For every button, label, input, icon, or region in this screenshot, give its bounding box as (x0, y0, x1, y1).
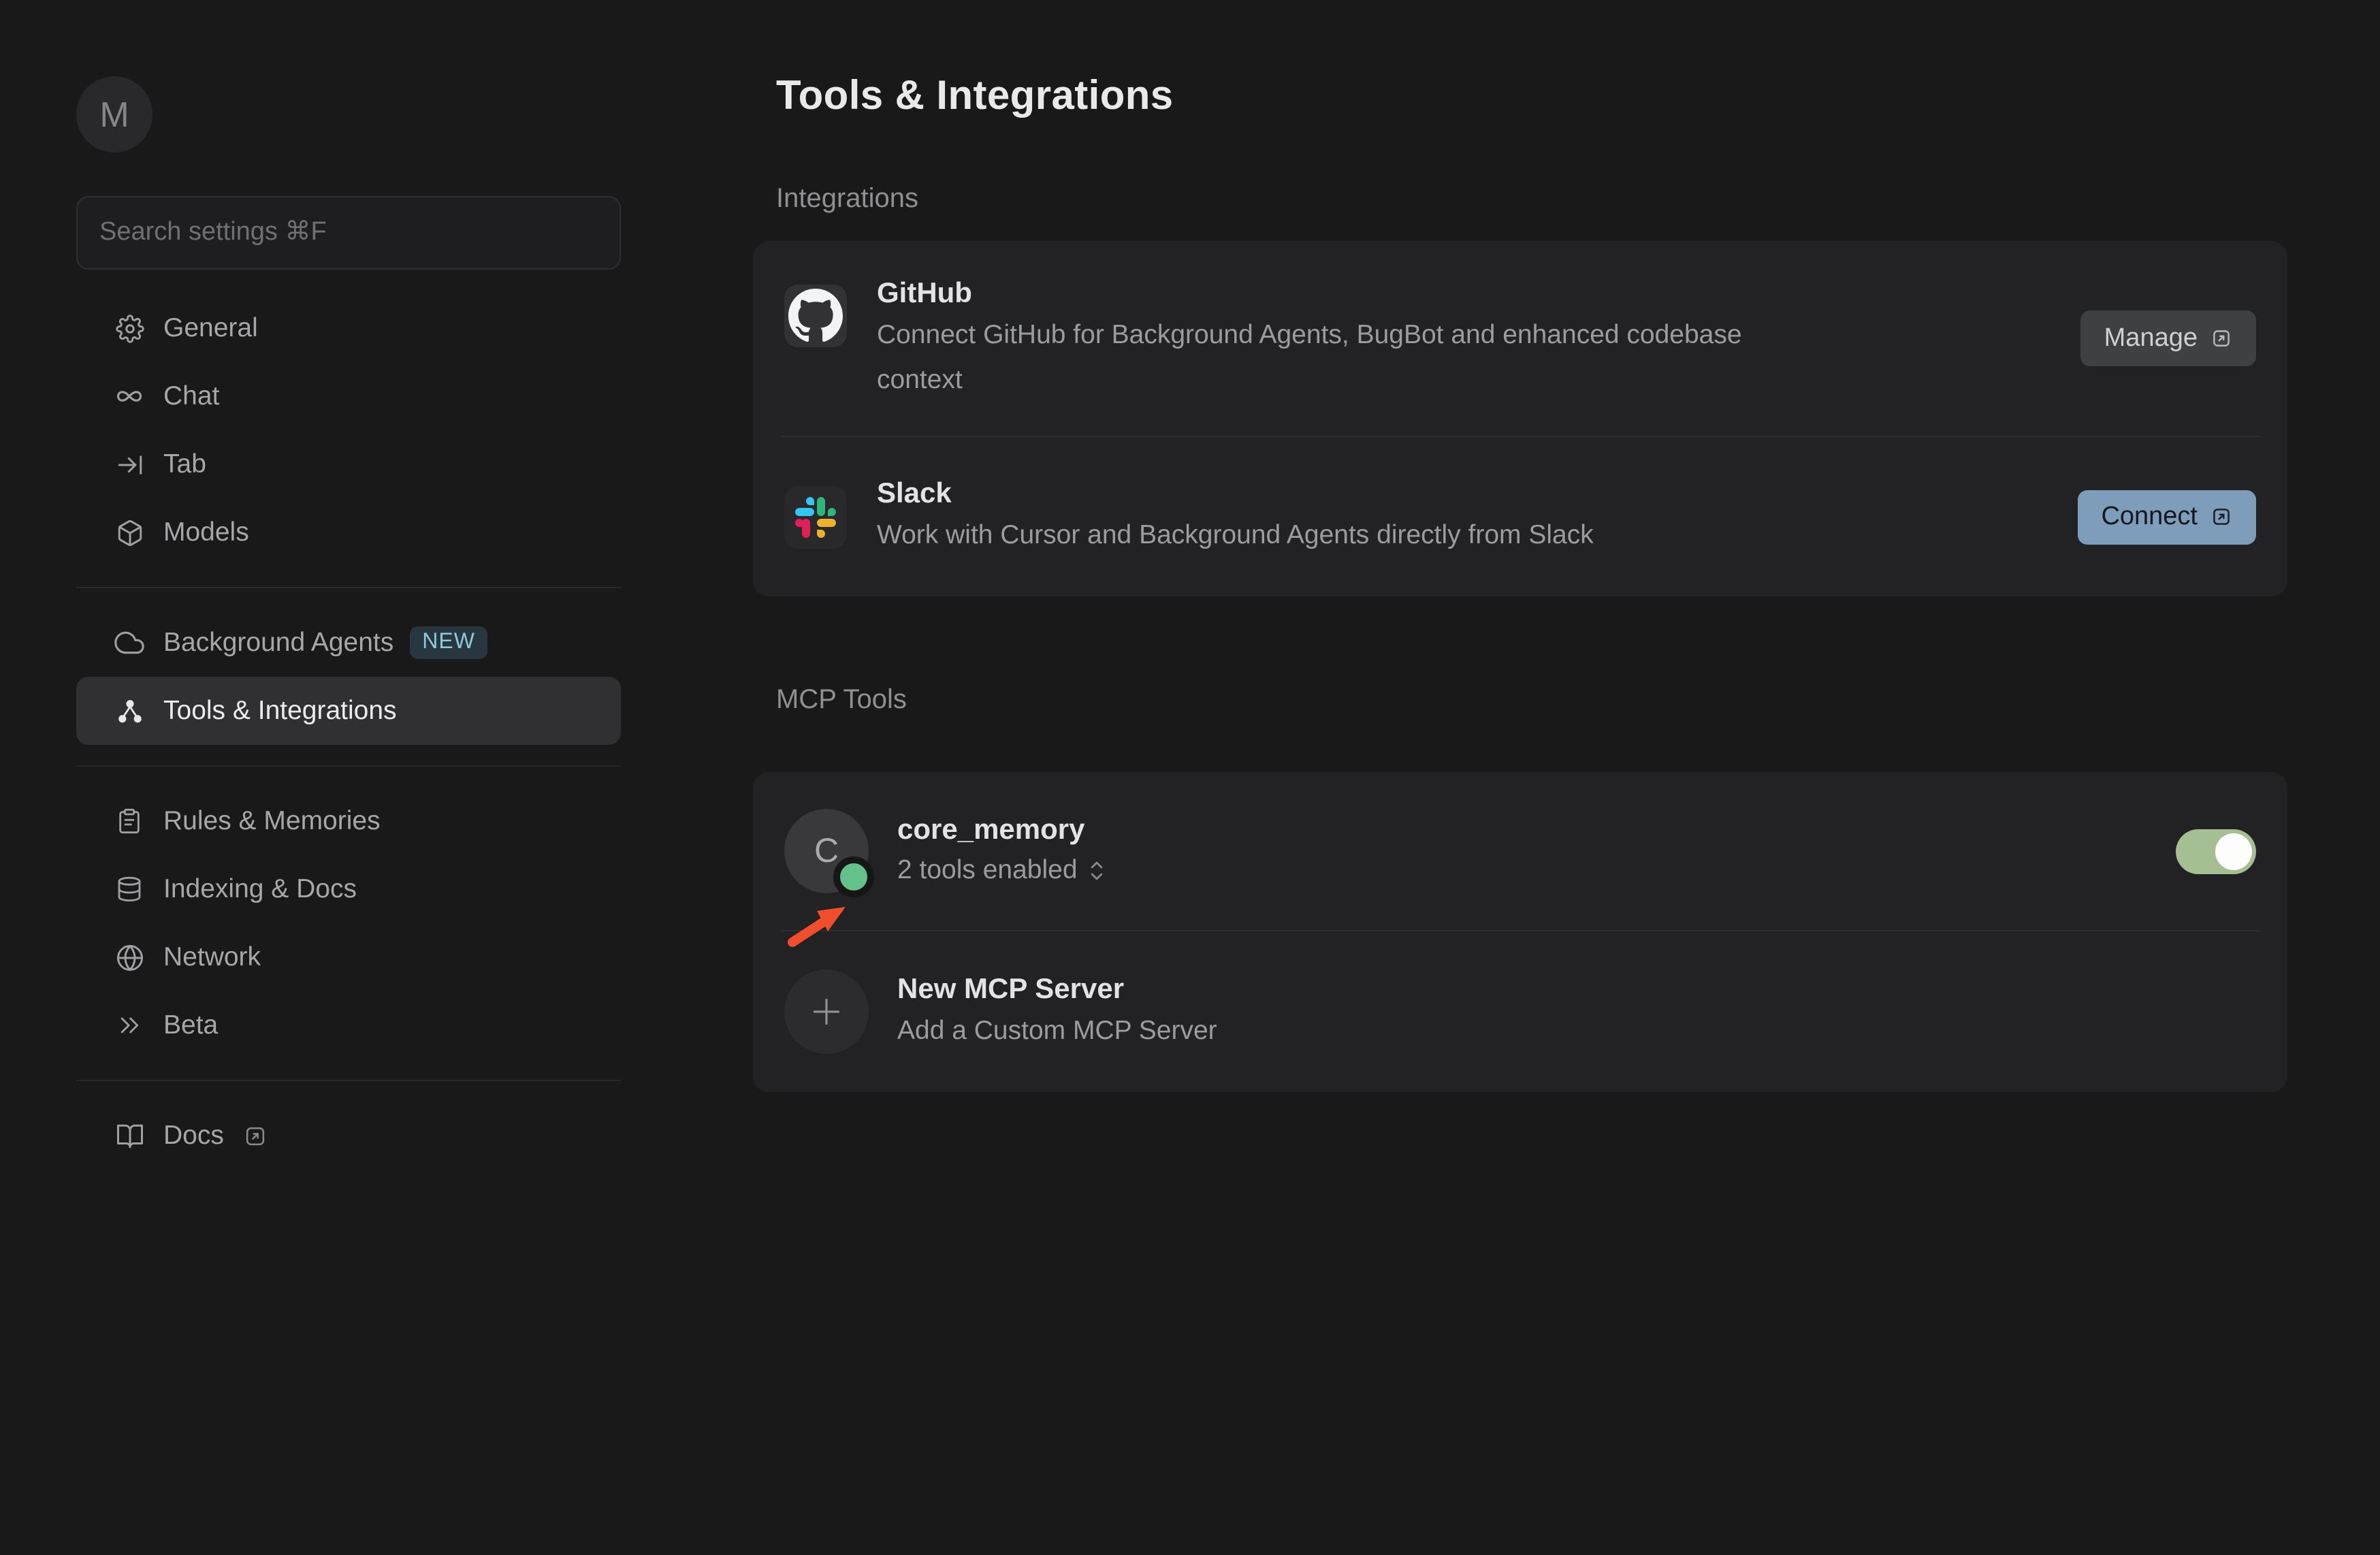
github-logo-icon (784, 285, 847, 347)
sidebar-item-label: General (163, 312, 258, 344)
sidebar-item-general[interactable]: General (76, 294, 621, 362)
core-memory-avatar-letter: C (814, 831, 839, 871)
github-row: GitHub Connect GitHub for Background Age… (753, 241, 2287, 436)
core-memory-row[interactable]: C core_memory 2 tools enabled (753, 772, 2287, 930)
tools-enabled-label: 2 tools enabled (897, 850, 1078, 891)
github-description-line2: context (877, 357, 1742, 402)
sidebar-item-background-agents[interactable]: Background Agents NEW (76, 609, 621, 677)
sidebar-item-label: Rules & Memories (163, 805, 381, 837)
infinity-icon (114, 381, 144, 411)
globe-icon (114, 942, 144, 972)
plus-icon (784, 969, 869, 1054)
sidebar-item-label: Chat (163, 381, 219, 412)
clipboard-icon (114, 806, 144, 836)
github-description: Connect GitHub for Background Agents, Bu… (877, 312, 1742, 402)
connect-button-label: Connect (2101, 502, 2198, 532)
book-icon (114, 1121, 144, 1151)
external-link-icon (2210, 327, 2233, 350)
sidebar-item-docs[interactable]: Docs (76, 1102, 621, 1170)
new-mcp-title: New MCP Server (897, 970, 1217, 1008)
sidebar-divider (76, 587, 621, 588)
new-mcp-server-row[interactable]: New MCP Server Add a Custom MCP Server (753, 931, 2287, 1092)
main-content: Tools & Integrations Integrations GitHub… (753, 0, 2287, 1092)
sidebar-item-label: Models (163, 517, 249, 548)
core-memory-title: core_memory (897, 812, 1106, 850)
core-memory-toggle[interactable] (2176, 829, 2256, 873)
sidebar-item-rules-memories[interactable]: Rules & Memories (76, 787, 621, 855)
tab-arrow-icon (114, 449, 144, 479)
gear-icon (114, 313, 144, 343)
github-title: GitHub (877, 274, 1742, 312)
integrations-card: GitHub Connect GitHub for Background Age… (753, 241, 2287, 596)
chevrons-right-icon (114, 1010, 144, 1040)
sidebar-item-label: Tab (163, 449, 206, 480)
sidebar-item-tab[interactable]: Tab (76, 430, 621, 498)
external-link-icon (243, 1123, 269, 1149)
sidebar-item-label: Background Agents (163, 627, 393, 658)
manage-button[interactable]: Manage (2081, 310, 2256, 366)
mcp-section-label: MCP Tools (776, 681, 2287, 719)
slack-row: Slack Work with Cursor and Background Ag… (753, 437, 2287, 596)
core-memory-avatar: C (784, 809, 869, 893)
sidebar-item-label: Tools & Integrations (163, 695, 397, 726)
sidebar-item-network[interactable]: Network (76, 923, 621, 991)
page-title: Tools & Integrations (776, 68, 2287, 125)
sidebar-item-label: Indexing & Docs (163, 873, 357, 905)
mcp-card: C core_memory 2 tools enabled (753, 772, 2287, 1092)
cube-icon (114, 517, 144, 547)
sidebar-item-indexing-docs[interactable]: Indexing & Docs (76, 855, 621, 923)
avatar[interactable]: M (76, 76, 152, 153)
chevron-up-down-icon (1089, 859, 1106, 882)
database-icon (114, 874, 144, 904)
sidebar-item-label: Docs (163, 1120, 224, 1151)
new-badge: NEW (410, 626, 487, 659)
status-dot (833, 856, 874, 897)
sidebar-nav: General Chat Tab Models (76, 294, 621, 1170)
sidebar-item-label: Network (163, 942, 261, 973)
sidebar-item-chat[interactable]: Chat (76, 362, 621, 430)
search-input[interactable] (76, 196, 621, 270)
avatar-letter: M (99, 93, 129, 135)
sidebar-item-models[interactable]: Models (76, 498, 621, 566)
cloud-icon (114, 628, 144, 658)
sidebar-divider (76, 765, 621, 767)
integrations-section-label: Integrations (776, 180, 2287, 218)
sidebar-item-beta[interactable]: Beta (76, 991, 621, 1059)
github-description-line1: Connect GitHub for Background Agents, Bu… (877, 312, 1742, 357)
sidebar: M General Chat Tab (0, 0, 681, 1555)
new-mcp-subtitle: Add a Custom MCP Server (897, 1008, 1217, 1053)
network-nodes-icon (114, 696, 144, 726)
sidebar-item-label: Beta (163, 1010, 218, 1041)
manage-button-label: Manage (2104, 323, 2198, 353)
slack-description: Work with Cursor and Background Agents d… (877, 513, 1594, 558)
external-link-icon (2210, 505, 2233, 528)
cursor-settings-window: M General Chat Tab (0, 0, 2380, 1555)
tools-enabled-selector[interactable]: 2 tools enabled (897, 850, 1106, 891)
toggle-knob (2215, 833, 2252, 869)
slack-logo-icon (784, 485, 847, 548)
sidebar-divider (76, 1080, 621, 1081)
slack-title: Slack (877, 475, 1594, 513)
sidebar-item-tools-integrations[interactable]: Tools & Integrations (76, 677, 621, 745)
connect-button[interactable]: Connect (2078, 490, 2256, 544)
